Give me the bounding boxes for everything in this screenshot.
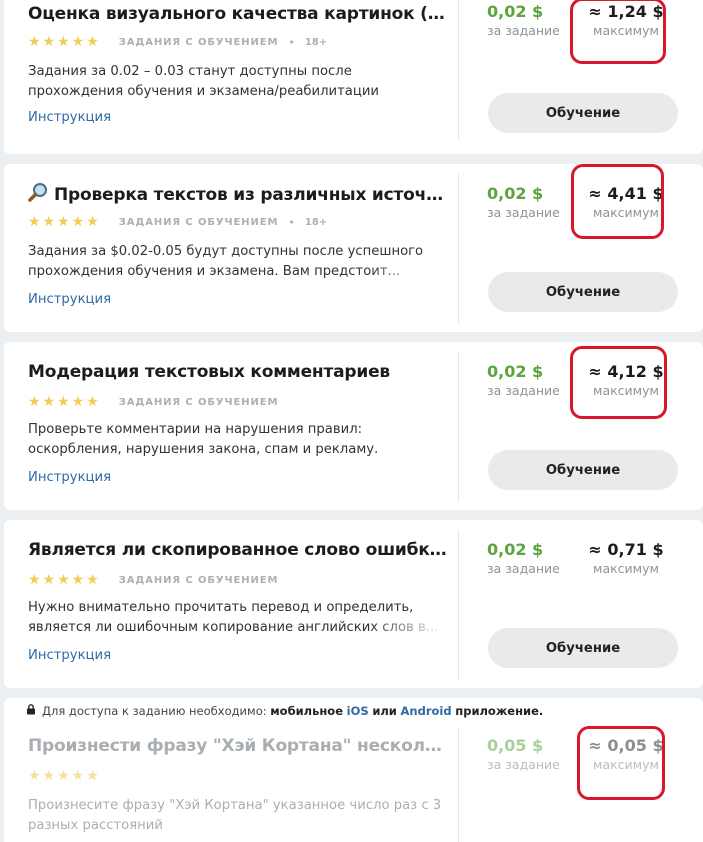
rating-stars: ★★★★★ xyxy=(28,34,101,50)
rating-stars: ★★★★★ xyxy=(28,214,101,230)
max-label: максимум xyxy=(593,757,659,772)
training-button[interactable]: Обучение xyxy=(488,450,678,490)
access-note-or: или xyxy=(372,704,397,718)
access-note-prefix: Для доступа к заданию необходимо: xyxy=(42,704,267,718)
price-value: 0,02 $ xyxy=(487,2,544,21)
max-label: максимум xyxy=(593,205,659,220)
max-earnings: ≈ 4,12 $ максимум xyxy=(581,362,671,398)
task-meta: ★★★★★ ЗАДАНИЯ С ОБУЧЕНИЕМ xyxy=(28,572,278,588)
task-title[interactable]: Произнести фразу "Хэй Кортана" нескольк.… xyxy=(28,736,448,756)
training-tag: ЗАДАНИЯ С ОБУЧЕНИЕМ xyxy=(118,36,279,48)
training-button[interactable]: Обучение xyxy=(488,272,678,312)
training-tag: ЗАДАНИЯ С ОБУЧЕНИЕМ xyxy=(118,574,279,586)
task-title-text: Проверка текстов из различных источн... xyxy=(54,185,448,205)
divider xyxy=(458,352,459,502)
access-note-mobile: мобильное xyxy=(270,704,343,718)
rating-stars: ★★★★★ xyxy=(28,768,101,784)
price-label: за задание xyxy=(487,383,560,398)
max-value: ≈ 4,12 $ xyxy=(588,362,664,381)
max-earnings: ≈ 0,71 $ максимум xyxy=(581,540,671,576)
magnifier-icon xyxy=(28,182,48,207)
price-per-task: 0,02 $ за задание xyxy=(487,540,577,576)
training-button[interactable]: Обучение xyxy=(488,628,678,668)
max-label: максимум xyxy=(593,23,659,38)
task-title[interactable]: Является ли скопированное слово ошибкой.… xyxy=(28,540,448,560)
training-button[interactable]: Обучение xyxy=(488,93,678,133)
price-per-task: 0,02 $ за задание xyxy=(487,184,577,220)
price-per-task: 0,02 $ за задание xyxy=(487,2,577,38)
access-note-suffix: приложение. xyxy=(455,704,544,718)
lock-icon xyxy=(26,704,36,718)
max-earnings: ≈ 0,05 $ максимум xyxy=(581,736,671,772)
price-label: за задание xyxy=(487,757,560,772)
divider xyxy=(458,0,459,140)
divider xyxy=(458,728,459,842)
price-value: 0,02 $ xyxy=(487,540,544,559)
separator-dot: • xyxy=(288,215,295,229)
price-per-task: 0,02 $ за задание xyxy=(487,362,577,398)
max-label: максимум xyxy=(593,383,659,398)
max-earnings: ≈ 4,41 $ максимум xyxy=(581,184,671,220)
age-badge: 18+ xyxy=(304,36,328,48)
age-badge: 18+ xyxy=(304,216,328,228)
max-value: ≈ 1,24 $ xyxy=(588,2,664,21)
rating-stars: ★★★★★ xyxy=(28,572,101,588)
task-meta: ★★★★★ ЗАДАНИЯ С ОБУЧЕНИЕМ • 18+ xyxy=(28,34,327,50)
price-label: за задание xyxy=(487,561,560,576)
price-label: за задание xyxy=(487,23,560,38)
instruction-link[interactable]: Инструкция xyxy=(28,110,111,125)
task-title[interactable]: Оценка визуального качества картинок (V4… xyxy=(28,4,448,24)
task-description: Задания за $0.02-0.05 будут доступны пос… xyxy=(28,242,448,282)
price-label: за задание xyxy=(487,205,560,220)
task-meta: ★★★★★ ЗАДАНИЯ С ОБУЧЕНИЕМ xyxy=(28,394,278,410)
task-description: Задания за 0.02 – 0.03 станут доступны п… xyxy=(28,64,380,99)
price-per-task: 0,05 $ за задание xyxy=(487,736,577,772)
task-card[interactable]: Является ли скопированное слово ошибкой.… xyxy=(4,520,703,688)
max-label: максимум xyxy=(593,561,659,576)
task-title[interactable]: Модерация текстовых комментариев xyxy=(28,362,448,382)
rating-stars: ★★★★★ xyxy=(28,394,101,410)
max-value: ≈ 0,05 $ xyxy=(588,736,664,755)
max-earnings: ≈ 1,24 $ максимум xyxy=(581,2,671,38)
price-value: 0,05 $ xyxy=(487,736,544,755)
task-card[interactable]: Проверка текстов из различных источн... … xyxy=(4,164,703,332)
task-description: Произнесите фразу "Хэй Кортана" указанно… xyxy=(28,798,442,833)
ios-link[interactable]: iOS xyxy=(347,704,369,718)
training-tag: ЗАДАНИЯ С ОБУЧЕНИЕМ xyxy=(118,216,279,228)
instruction-link[interactable]: Инструкция xyxy=(28,648,111,663)
separator-dot: • xyxy=(288,35,295,49)
divider xyxy=(458,174,459,324)
instruction-link[interactable]: Инструкция xyxy=(28,470,111,485)
task-meta: ★★★★★ ЗАДАНИЯ С ОБУЧЕНИЕМ • 18+ xyxy=(28,214,327,230)
task-description: Нужно внимательно прочитать перевод и оп… xyxy=(28,598,448,638)
divider xyxy=(458,530,459,680)
instruction-link[interactable]: Инструкция xyxy=(28,292,111,307)
training-tag: ЗАДАНИЯ С ОБУЧЕНИЕМ xyxy=(118,396,279,408)
task-meta: ★★★★★ xyxy=(28,768,101,784)
task-card[interactable]: Оценка визуального качества картинок (V4… xyxy=(4,0,703,154)
price-value: 0,02 $ xyxy=(487,184,544,203)
max-value: ≈ 4,41 $ xyxy=(588,184,664,203)
access-requirement-note: Для доступа к заданию необходимо: мобиль… xyxy=(26,704,543,718)
task-title[interactable]: Проверка текстов из различных источн... xyxy=(28,182,448,207)
android-link[interactable]: Android xyxy=(401,704,452,718)
task-card[interactable]: Для доступа к заданию необходимо: мобиль… xyxy=(4,698,703,842)
task-card[interactable]: Модерация текстовых комментариев ★★★★★ З… xyxy=(4,342,703,510)
max-value: ≈ 0,71 $ xyxy=(588,540,664,559)
task-description: Проверьте комментарии на нарушения прави… xyxy=(28,422,379,457)
price-value: 0,02 $ xyxy=(487,362,544,381)
